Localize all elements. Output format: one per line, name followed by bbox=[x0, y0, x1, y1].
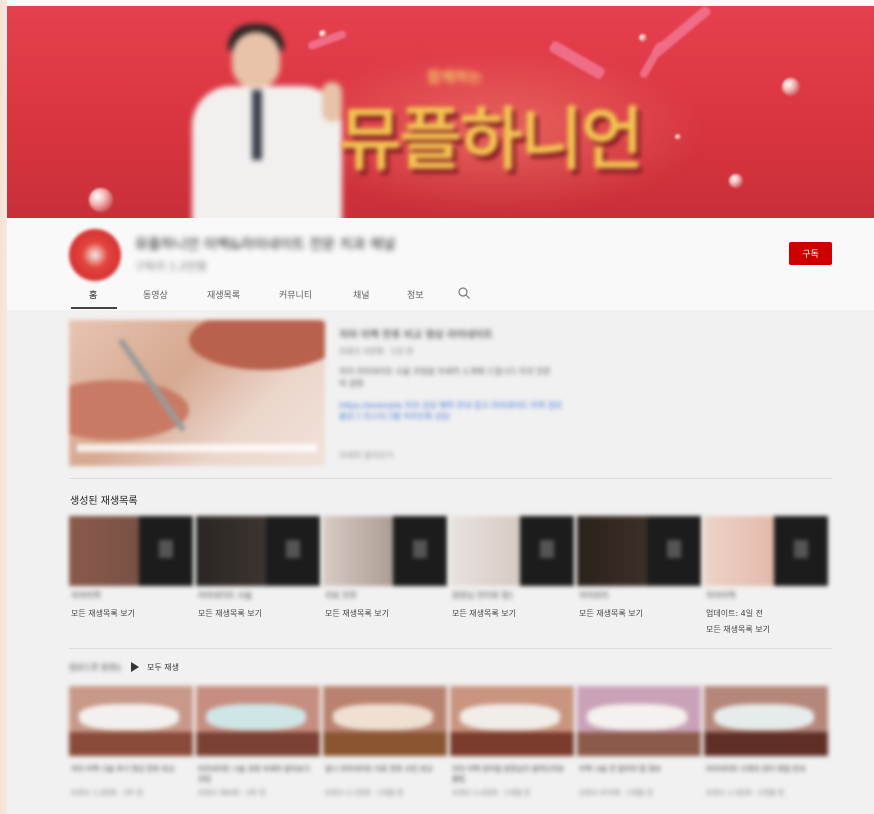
playlist-name[interactable]: 치아미백 bbox=[71, 590, 131, 600]
video-thumbnail[interactable] bbox=[450, 686, 574, 756]
active-tab-indicator bbox=[71, 307, 117, 309]
video-card[interactable]: 치아 미백 관리법 원장님이 알려드려요 꿀팁 조회수 3.4천회 · 1개월 … bbox=[450, 686, 576, 814]
playlist-thumbnail[interactable] bbox=[69, 516, 193, 586]
playlist-name[interactable]: 치료 전후 bbox=[325, 590, 385, 600]
video-title[interactable]: 라미네이트 시술 과정 자세히 알아보기 상담 bbox=[198, 764, 312, 784]
video-meta: 조회수 1.5천회 · 2개월 전 bbox=[706, 789, 785, 797]
tab-community[interactable]: 커뮤니티 bbox=[279, 288, 312, 301]
playlist-card[interactable]: 치료 전후 모든 재생목록 보기 bbox=[323, 516, 449, 636]
channel-avatar[interactable] bbox=[69, 229, 121, 281]
playlist-row: 치아미백 모든 재생목록 보기 라미네이트 시술 모든 재생목록 보기 치료 전… bbox=[69, 516, 832, 636]
playlist-name[interactable]: 라미네이트 시술 bbox=[198, 590, 258, 600]
video-card[interactable]: 라미네이트 수명과 관리 방법 안내 조회수 1.5천회 · 2개월 전 bbox=[704, 686, 830, 814]
created-playlists-title[interactable]: 생성된 재생목록 bbox=[70, 492, 138, 507]
featured-video-thumbnail[interactable] bbox=[69, 320, 325, 466]
video-meta: 조회수 1.2천회 · 2주 전 bbox=[71, 789, 143, 797]
tab-videos[interactable]: 동영상 bbox=[143, 288, 168, 301]
play-all-button[interactable]: 모두 재생 bbox=[131, 660, 179, 674]
subscriber-count: 구독자 1.2만명 bbox=[135, 260, 207, 273]
bubble-decoration bbox=[782, 78, 800, 96]
section-divider bbox=[69, 648, 832, 649]
banner-headline-art: 뮤플하니언 bbox=[339, 101, 644, 180]
video-title[interactable]: 치아 미백 시술 후기 영상 전후 비교 bbox=[71, 764, 185, 784]
playlist-thumbnail[interactable] bbox=[323, 516, 447, 586]
video-thumbnail[interactable] bbox=[704, 686, 828, 756]
view-full-playlist-link[interactable]: 모든 재생목록 보기 bbox=[198, 608, 262, 619]
channel-banner: 함께하는 뮤플하니언 bbox=[7, 6, 874, 218]
view-full-playlist-link[interactable]: 모든 재생목록 보기 bbox=[71, 608, 135, 619]
playlist-card[interactable]: 라미네이트 시술 모든 재생목록 보기 bbox=[196, 516, 322, 636]
video-meta: 조회수 3.4천회 · 1개월 전 bbox=[452, 789, 531, 797]
section-divider bbox=[69, 478, 832, 479]
uploads-title[interactable]: 업로드한 동영상 bbox=[69, 662, 121, 672]
bubble-decoration bbox=[89, 188, 113, 212]
playlist-thumbnail[interactable] bbox=[577, 516, 701, 586]
video-meta: 조회수 870회 · 2개월 전 bbox=[579, 789, 654, 797]
view-full-playlist-link[interactable]: 모든 재생목록 보기 bbox=[579, 608, 643, 619]
featured-video-meta: 조회수 5만회 · 1년 전 bbox=[339, 347, 414, 356]
video-title[interactable]: 치아 미백 관리법 원장님이 알려드려요 꿀팁 bbox=[452, 764, 566, 784]
playlist-name[interactable]: 원장님 인터뷰 영상 bbox=[452, 590, 512, 600]
video-thumbnail[interactable] bbox=[323, 686, 447, 756]
video-thumbnail[interactable] bbox=[69, 686, 193, 756]
tab-about[interactable]: 정보 bbox=[407, 288, 424, 301]
playlist-name[interactable]: 치아미백 bbox=[706, 590, 766, 600]
doctor-image bbox=[192, 24, 342, 218]
video-meta: 조회수 2.1천회 · 1개월 전 bbox=[325, 789, 404, 797]
playlist-name[interactable]: 치아관리 bbox=[579, 590, 639, 600]
playlist-thumbnail[interactable] bbox=[196, 516, 320, 586]
video-title[interactable]: 미백 시술 전 알아야 할 정보 bbox=[579, 764, 693, 784]
uploads-header: 업로드한 동영상 모두 재생 bbox=[69, 660, 269, 676]
view-full-playlist-link[interactable]: 모든 재생목록 보기 bbox=[452, 608, 516, 619]
video-title[interactable]: 라미네이트 수명과 관리 방법 안내 bbox=[706, 764, 820, 784]
playlist-thumbnail[interactable] bbox=[450, 516, 574, 586]
playlist-card[interactable]: 치아미백 업데이트: 4일 전 모든 재생목록 보기 bbox=[704, 516, 830, 636]
video-card[interactable]: 앞니 라미네이트 치료 전후 사진 비교 조회수 2.1천회 · 1개월 전 bbox=[323, 686, 449, 814]
video-card[interactable]: 치아 미백 시술 후기 영상 전후 비교 조회수 1.2천회 · 2주 전 bbox=[69, 686, 195, 814]
video-card[interactable]: 미백 시술 전 알아야 할 정보 조회수 870회 · 2개월 전 bbox=[577, 686, 703, 814]
bubble-decoration bbox=[639, 34, 647, 42]
video-title[interactable]: 앞니 라미네이트 치료 전후 사진 비교 bbox=[325, 764, 439, 784]
home-feed: 치아 미백 전후 비교 영상 라미네이트 조회수 5만회 · 1년 전 치아 라… bbox=[7, 310, 874, 814]
featured-read-more[interactable]: 자세히 알아보기 bbox=[339, 450, 399, 460]
video-card[interactable]: 라미네이트 시술 과정 자세히 알아보기 상담 조회수 980회 · 3주 전 bbox=[196, 686, 322, 814]
featured-video-links[interactable]: https://example 치과 상담 예약 안내 링크 라미네이트 미백 … bbox=[339, 400, 569, 446]
bubble-decoration bbox=[729, 174, 743, 188]
playlist-updated-text: 업데이트: 4일 전 bbox=[706, 609, 764, 618]
channel-page: 함께하는 뮤플하니언 뮤플하니언 미백&라미네이트 전문 치과 채널 구독자 1… bbox=[7, 6, 874, 814]
playlist-card[interactable]: 원장님 인터뷰 영상 모든 재생목록 보기 bbox=[450, 516, 576, 636]
playlist-thumbnail[interactable] bbox=[704, 516, 828, 586]
search-icon[interactable] bbox=[457, 286, 471, 300]
channel-name: 뮤플하니언 미백&라미네이트 전문 치과 채널 bbox=[135, 237, 396, 253]
subscribe-button[interactable]: 구독 bbox=[789, 242, 832, 265]
featured-video-title[interactable]: 치아 미백 전후 비교 영상 라미네이트 bbox=[339, 326, 529, 340]
play-all-label: 모두 재생 bbox=[147, 662, 179, 672]
video-thumbnail[interactable] bbox=[196, 686, 320, 756]
tab-home[interactable]: 홈 bbox=[89, 288, 97, 301]
view-full-playlist-link[interactable]: 모든 재생목록 보기 bbox=[325, 608, 389, 619]
tab-channels[interactable]: 채널 bbox=[353, 288, 370, 301]
uploads-row: 치아 미백 시술 후기 영상 전후 비교 조회수 1.2천회 · 2주 전 라미… bbox=[69, 686, 832, 814]
tab-playlists[interactable]: 재생목록 bbox=[207, 288, 240, 301]
playlist-card[interactable]: 치아미백 모든 재생목록 보기 bbox=[69, 516, 195, 636]
featured-video-description: 치아 라미네이트 시술 과정을 자세히 소개해 드립니다 치과 전문의 설명 bbox=[339, 367, 551, 388]
video-thumbnail[interactable] bbox=[577, 686, 701, 756]
playlist-card[interactable]: 치아관리 모든 재생목록 보기 bbox=[577, 516, 703, 636]
channel-tabs: 홈 동영상 재생목록 커뮤니티 채널 정보 bbox=[71, 282, 491, 310]
view-full-playlist-link[interactable]: 모든 재생목록 보기 bbox=[706, 624, 770, 635]
video-meta: 조회수 980회 · 3주 전 bbox=[198, 789, 266, 797]
play-icon bbox=[131, 662, 139, 672]
channel-header: 뮤플하니언 미백&라미네이트 전문 치과 채널 구독자 1.2만명 구독 홈 동… bbox=[7, 218, 874, 310]
